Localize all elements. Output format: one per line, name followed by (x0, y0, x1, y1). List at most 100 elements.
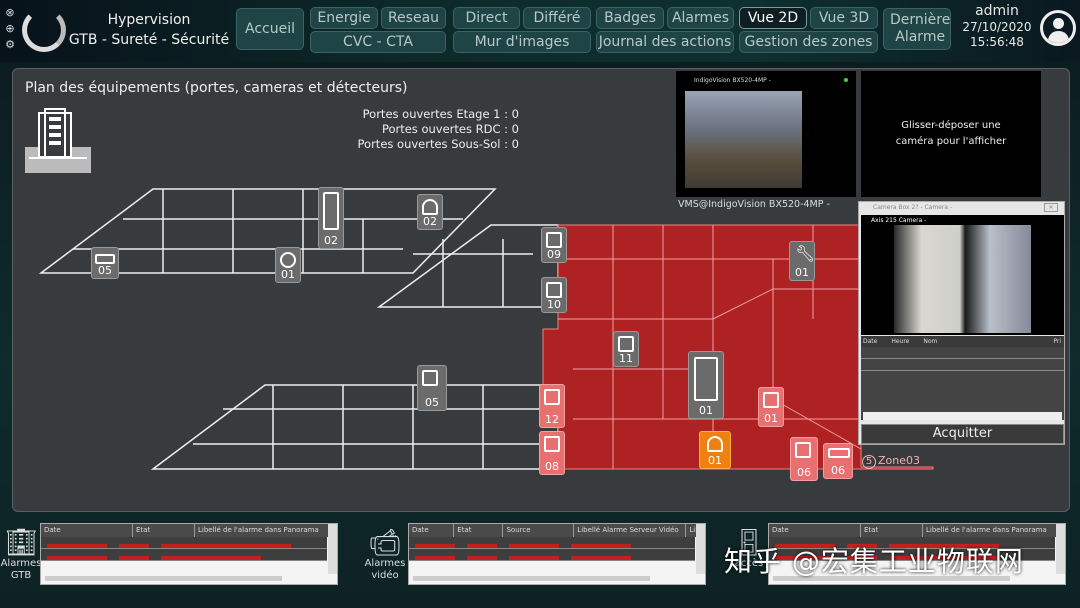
live-indicator (844, 78, 848, 82)
popup-alarm-grid[interactable]: Date Heure Nom Pri (861, 336, 1064, 420)
device-number: 01 (764, 412, 778, 425)
close-popup-button[interactable]: ✕ (1044, 203, 1058, 212)
app-logo (22, 8, 66, 52)
col: Etat (133, 524, 195, 537)
alarms-gtb-label[interactable]: 🏢︎ Alarmes GTB (0, 528, 42, 582)
col: Etat (861, 524, 923, 537)
alarm-row[interactable] (861, 359, 1064, 371)
device-number: 02 (423, 215, 437, 228)
door-icon (544, 389, 560, 405)
camera-view-empty[interactable]: Glisser-déposer une caméra pour l'affich… (861, 71, 1041, 197)
nav-journal[interactable]: Journal des actions (596, 31, 734, 53)
alarms-gtb-table[interactable]: Date Etat Libellé de l'alarme dans Panoram… (40, 523, 338, 585)
nav-reseau[interactable]: Reseau (381, 7, 446, 29)
device-reader-06-alarm[interactable]: 06 (790, 437, 818, 481)
door-icon (763, 392, 779, 408)
col: Source (503, 524, 575, 537)
reader-icon (422, 370, 438, 386)
alarms-video-label[interactable]: 📹︎ Alarmes vidéo (364, 528, 406, 582)
floor-middle (376, 224, 559, 308)
table-row[interactable] (409, 549, 695, 561)
device-number: 05 (425, 396, 439, 409)
door-icon (546, 232, 562, 248)
nav-badges[interactable]: Badges (596, 7, 664, 29)
device-camera-box-06-alarm[interactable]: 06 (823, 443, 853, 479)
nav-differe[interactable]: Différé (523, 7, 591, 29)
device-number: 02 (324, 234, 338, 247)
acknowledge-button[interactable]: Acquitter (861, 424, 1064, 444)
device-door-11[interactable]: 11 (613, 331, 639, 367)
zone-label[interactable]: 5 Zone03 (862, 454, 920, 469)
plan-panel: Plan des équipements (portes, cameras et… (12, 68, 1070, 512)
device-dome-camera-02[interactable]: 02 (417, 194, 443, 230)
reader-icon (795, 442, 811, 458)
building-icon: 🏢︎ (4, 528, 38, 558)
wrench-icon: 🔧︎ (795, 244, 816, 263)
nav-mur-images[interactable]: Mur d'images (453, 31, 591, 53)
device-door-08-alarm[interactable]: 08 (539, 431, 565, 475)
nav-cvc[interactable]: CVC - CTA (310, 31, 446, 53)
alarm-row[interactable] (861, 347, 1064, 359)
label: Alarmes GTB (0, 558, 42, 581)
settings-link-icon[interactable]: ⊕ (3, 21, 17, 37)
col-date: Date (863, 338, 878, 345)
horizontal-scrollbar[interactable] (863, 412, 1062, 420)
gears-icon[interactable]: ⚙ (3, 37, 17, 53)
col: Date (41, 524, 133, 537)
camera-box-icon (828, 448, 850, 458)
horizontal-scrollbar[interactable] (45, 576, 282, 581)
device-dome-camera-01-alert[interactable]: 01 (699, 431, 731, 469)
nav-alarmes[interactable]: Alarmes (667, 7, 734, 29)
app-title-line1: Hypervision (107, 12, 191, 28)
popup-camera-label: Axis 215 Camera - (871, 217, 927, 224)
device-number: 01 (708, 454, 722, 467)
vertical-scrollbar[interactable] (696, 524, 705, 574)
popup-camera-feed: Axis 215 Camera - (861, 215, 1064, 335)
vertical-scrollbar[interactable] (328, 524, 337, 574)
horizontal-scrollbar[interactable] (413, 576, 650, 581)
col: Date (769, 524, 861, 537)
nav-direct[interactable]: Direct (453, 7, 520, 29)
vertical-scrollbar[interactable] (1056, 524, 1065, 574)
device-number: 06 (797, 466, 811, 479)
nav-gestion-zones[interactable]: Gestion des zones (739, 31, 878, 53)
empty-slot-text: Glisser-déposer une caméra pour l'affich… (895, 120, 1007, 147)
camera-overlay-label: IndigoVision BX520-4MP - (694, 77, 771, 84)
device-door-01-alarm[interactable]: 01 (758, 387, 784, 427)
nav-vue-2d[interactable]: Vue 2D (739, 7, 807, 29)
nav-energie[interactable]: Energie (310, 7, 378, 29)
detector-icon (280, 252, 296, 268)
cctv-camera-icon: 📹︎ (368, 528, 402, 558)
nav-derniere-alarme[interactable]: Dernière Alarme (883, 8, 951, 50)
device-reader-05[interactable]: 05 (417, 365, 447, 411)
device-number: 01 (699, 404, 713, 417)
device-number: 11 (619, 352, 633, 365)
table-row[interactable] (409, 537, 695, 549)
device-door-12-alarm[interactable]: 12 (539, 384, 565, 428)
table-row[interactable] (41, 537, 327, 549)
camera-view-1[interactable]: IndigoVision BX520-4MP - (676, 71, 856, 197)
nav-vue-3d[interactable]: Vue 3D (810, 7, 878, 29)
device-maintenance-01[interactable]: 🔧︎ 01 (789, 241, 815, 281)
alarms-video-table[interactable]: Date Etat Source Libellé Alarme Serveur Vid… (408, 523, 706, 585)
popup-titlebar[interactable]: Camera Box 2? - Camera - ✕ (859, 202, 1064, 214)
door-icon (546, 282, 562, 298)
dome-camera-icon (707, 436, 723, 452)
device-detector-01[interactable]: 01 (275, 247, 301, 283)
nav-accueil[interactable]: Accueil (236, 8, 304, 50)
table-row[interactable] (41, 549, 327, 561)
device-camera-box-05[interactable]: 05 (91, 247, 119, 279)
device-number: 01 (281, 268, 295, 281)
user-info: admin 27/10/2020 15:56:48 (962, 2, 1032, 50)
camera-alarm-popup[interactable]: Camera Box 2? - Camera - ✕ Axis 215 Camer… (858, 201, 1065, 445)
device-door-09[interactable]: 09 (541, 227, 567, 263)
device-door-02[interactable]: 02 (318, 187, 344, 249)
col: Date (409, 524, 455, 537)
close-icon[interactable]: ⊗ (3, 5, 17, 21)
user-avatar-icon[interactable] (1040, 10, 1076, 46)
device-door-10[interactable]: 10 (541, 277, 567, 313)
door-icon (694, 357, 718, 401)
col: Etat (454, 524, 504, 537)
popup-title: Camera Box 2? - Camera - (873, 204, 953, 211)
device-door-01-large[interactable]: 01 (688, 351, 724, 419)
